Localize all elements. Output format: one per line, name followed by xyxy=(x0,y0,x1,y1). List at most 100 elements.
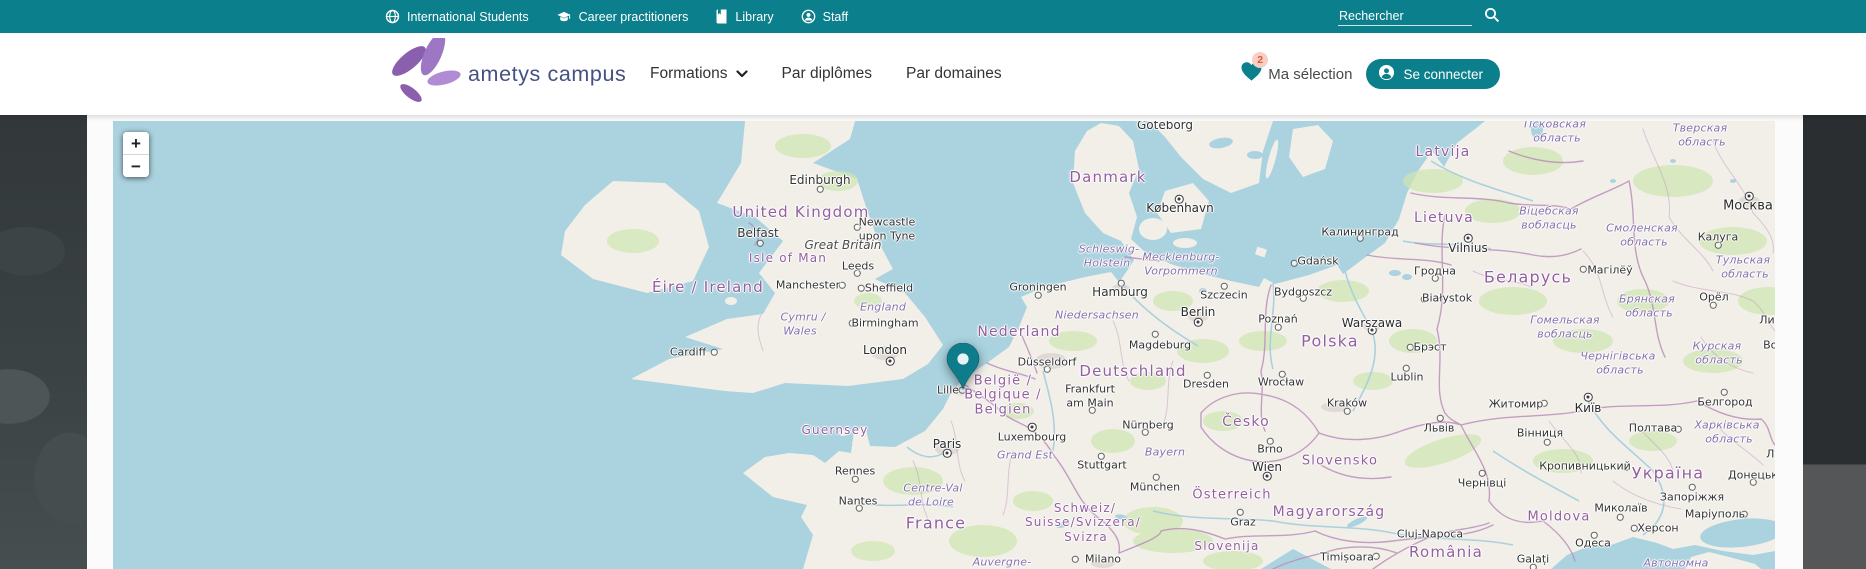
map-label: Cardiff xyxy=(670,346,706,359)
map-label: Birmingham xyxy=(851,317,918,330)
map-label: Москва xyxy=(1723,199,1773,214)
map-label: Nürnberg xyxy=(1122,419,1174,432)
map-label: Groningen xyxy=(1009,281,1066,294)
city-dot xyxy=(1152,331,1159,338)
top-link-label: Library xyxy=(735,10,773,24)
search-input[interactable] xyxy=(1338,7,1472,26)
map-label: London xyxy=(863,343,907,357)
map-label: Berlin xyxy=(1181,305,1216,319)
menu-item-par-domaines[interactable]: Par domaines xyxy=(906,65,1002,83)
map-label: Isle of Man xyxy=(749,251,827,265)
login-button[interactable]: Se connecter xyxy=(1366,59,1500,89)
map-label: Dresden xyxy=(1183,378,1229,391)
link-career-practitioners[interactable]: Career practitioners xyxy=(556,9,689,24)
map-label: Брэст xyxy=(1413,341,1446,354)
city-dot xyxy=(1407,344,1414,351)
location-marker-pin[interactable] xyxy=(941,343,985,396)
map-label: Timișoara xyxy=(1320,551,1374,564)
map-label: Україна xyxy=(1632,464,1705,483)
selection-count-badge: 2 xyxy=(1252,52,1268,68)
map-label: Latvija xyxy=(1416,144,1471,160)
map-label: Belgien xyxy=(974,403,1031,418)
capital-city-dot xyxy=(1194,318,1203,327)
map-label: Луганськ xyxy=(1766,448,1775,461)
map-label: de Loire xyxy=(908,496,954,509)
map-label: область xyxy=(1721,268,1769,281)
map-label: Тульская xyxy=(1716,254,1770,267)
city-dot xyxy=(1479,470,1486,477)
map-label: Bayern xyxy=(1145,446,1185,459)
map-label: United Kingdom xyxy=(732,203,869,221)
brand-logo[interactable]: ametys campus xyxy=(388,33,626,115)
map-label: France xyxy=(906,514,966,533)
menu-item-par-diplomes[interactable]: Par diplômes xyxy=(782,65,872,83)
capital-city-dot xyxy=(1584,393,1593,402)
map-label: München xyxy=(1130,481,1180,494)
map-label: Centre-Val xyxy=(903,482,962,495)
top-links: International Students Career practition… xyxy=(385,0,848,33)
city-dot xyxy=(1072,556,1079,563)
map-label: Київ xyxy=(1575,401,1602,415)
globe-icon xyxy=(385,9,400,24)
map-label: Auvergne- xyxy=(973,556,1032,569)
map-label: Slovensko xyxy=(1302,454,1378,469)
zoom-in-button[interactable]: + xyxy=(123,132,149,155)
map-label: область xyxy=(1695,354,1743,367)
map-label: Bydgoszcz xyxy=(1274,286,1332,299)
map-label: Grand Est xyxy=(997,449,1053,462)
map-label: Гомельская xyxy=(1530,314,1600,327)
map-label: Rennes xyxy=(835,465,875,478)
zoom-out-button[interactable]: − xyxy=(123,155,149,177)
formations-map[interactable]: GöteborgEdinburghNewcastleupon TyneUnite… xyxy=(113,121,1775,569)
map-label: Тверская xyxy=(1673,122,1728,135)
map-label: Вінниця xyxy=(1517,427,1563,440)
city-dot xyxy=(1544,439,1551,446)
map-label: Lublin xyxy=(1391,371,1424,384)
map-label: область xyxy=(1533,132,1581,145)
city-dot xyxy=(1631,525,1638,532)
map-label: вобласць xyxy=(1521,219,1576,232)
map-label: вобласць xyxy=(1537,328,1592,341)
map-label: Holstein xyxy=(1084,257,1131,270)
city-dot xyxy=(1437,415,1444,422)
link-library[interactable]: Library xyxy=(715,9,773,24)
map-label: am Main xyxy=(1066,397,1113,410)
map-label: Кропивницький xyxy=(1539,460,1631,473)
map-label: Schleswig- xyxy=(1079,243,1140,256)
map-label: Харківська xyxy=(1694,419,1759,432)
map-label: Hamburg xyxy=(1092,285,1148,299)
map-label: Львів xyxy=(1424,422,1455,435)
map-label: область xyxy=(1625,307,1673,320)
city-dot xyxy=(1237,509,1244,516)
city-dot xyxy=(1580,266,1587,273)
map-label: Чернівці xyxy=(1458,477,1507,490)
map-label: Österreich xyxy=(1192,488,1271,503)
map-label: Калининград xyxy=(1321,226,1398,239)
chevron-down-icon xyxy=(736,65,748,83)
map-label: Galați xyxy=(1517,553,1549,566)
map-label: Воронеж xyxy=(1763,339,1775,352)
map-label: Luxembourg xyxy=(998,431,1067,444)
link-staff[interactable]: Staff xyxy=(801,9,848,24)
link-international-students[interactable]: International Students xyxy=(385,9,529,24)
map-label: Niedersachsen xyxy=(1055,309,1139,322)
person-icon xyxy=(801,9,816,24)
map-label: Брянская xyxy=(1619,293,1675,306)
content-panel: GöteborgEdinburghNewcastleupon TyneUnite… xyxy=(87,115,1803,569)
map-label: Milano xyxy=(1085,553,1121,566)
map-label: область xyxy=(1705,433,1753,446)
map-label: Cymru / xyxy=(780,311,825,324)
menu-item-formations[interactable]: Formations xyxy=(650,65,748,83)
city-dot xyxy=(1721,389,1728,396)
nav-actions: 2 Ma sélection Se connecter xyxy=(1240,33,1500,115)
map-label: Frankfurt xyxy=(1065,383,1115,396)
menu-label: Par diplômes xyxy=(782,65,872,83)
my-selection[interactable]: 2 Ma sélection xyxy=(1240,61,1352,87)
city-dot xyxy=(858,285,865,292)
main-menu: Formations Par diplômes Par domaines xyxy=(650,33,1002,115)
search-button[interactable] xyxy=(1484,7,1500,26)
map-label: Poznań xyxy=(1258,313,1297,326)
map-label: область xyxy=(1596,364,1644,377)
map-label: Guernsey xyxy=(802,423,869,437)
map-label: Edinburgh xyxy=(789,173,850,187)
